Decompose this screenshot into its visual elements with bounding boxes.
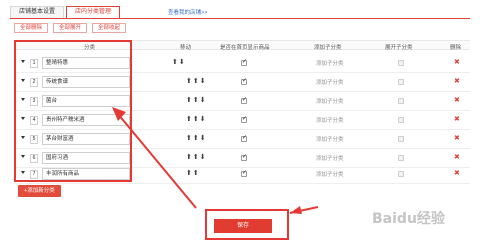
- annotation-arrowhead: [290, 206, 302, 214]
- annotation-arrow-line: [117, 113, 197, 209]
- annotation-arrowhead: [112, 107, 126, 121]
- watermark-logo: Baidu经验: [372, 211, 445, 227]
